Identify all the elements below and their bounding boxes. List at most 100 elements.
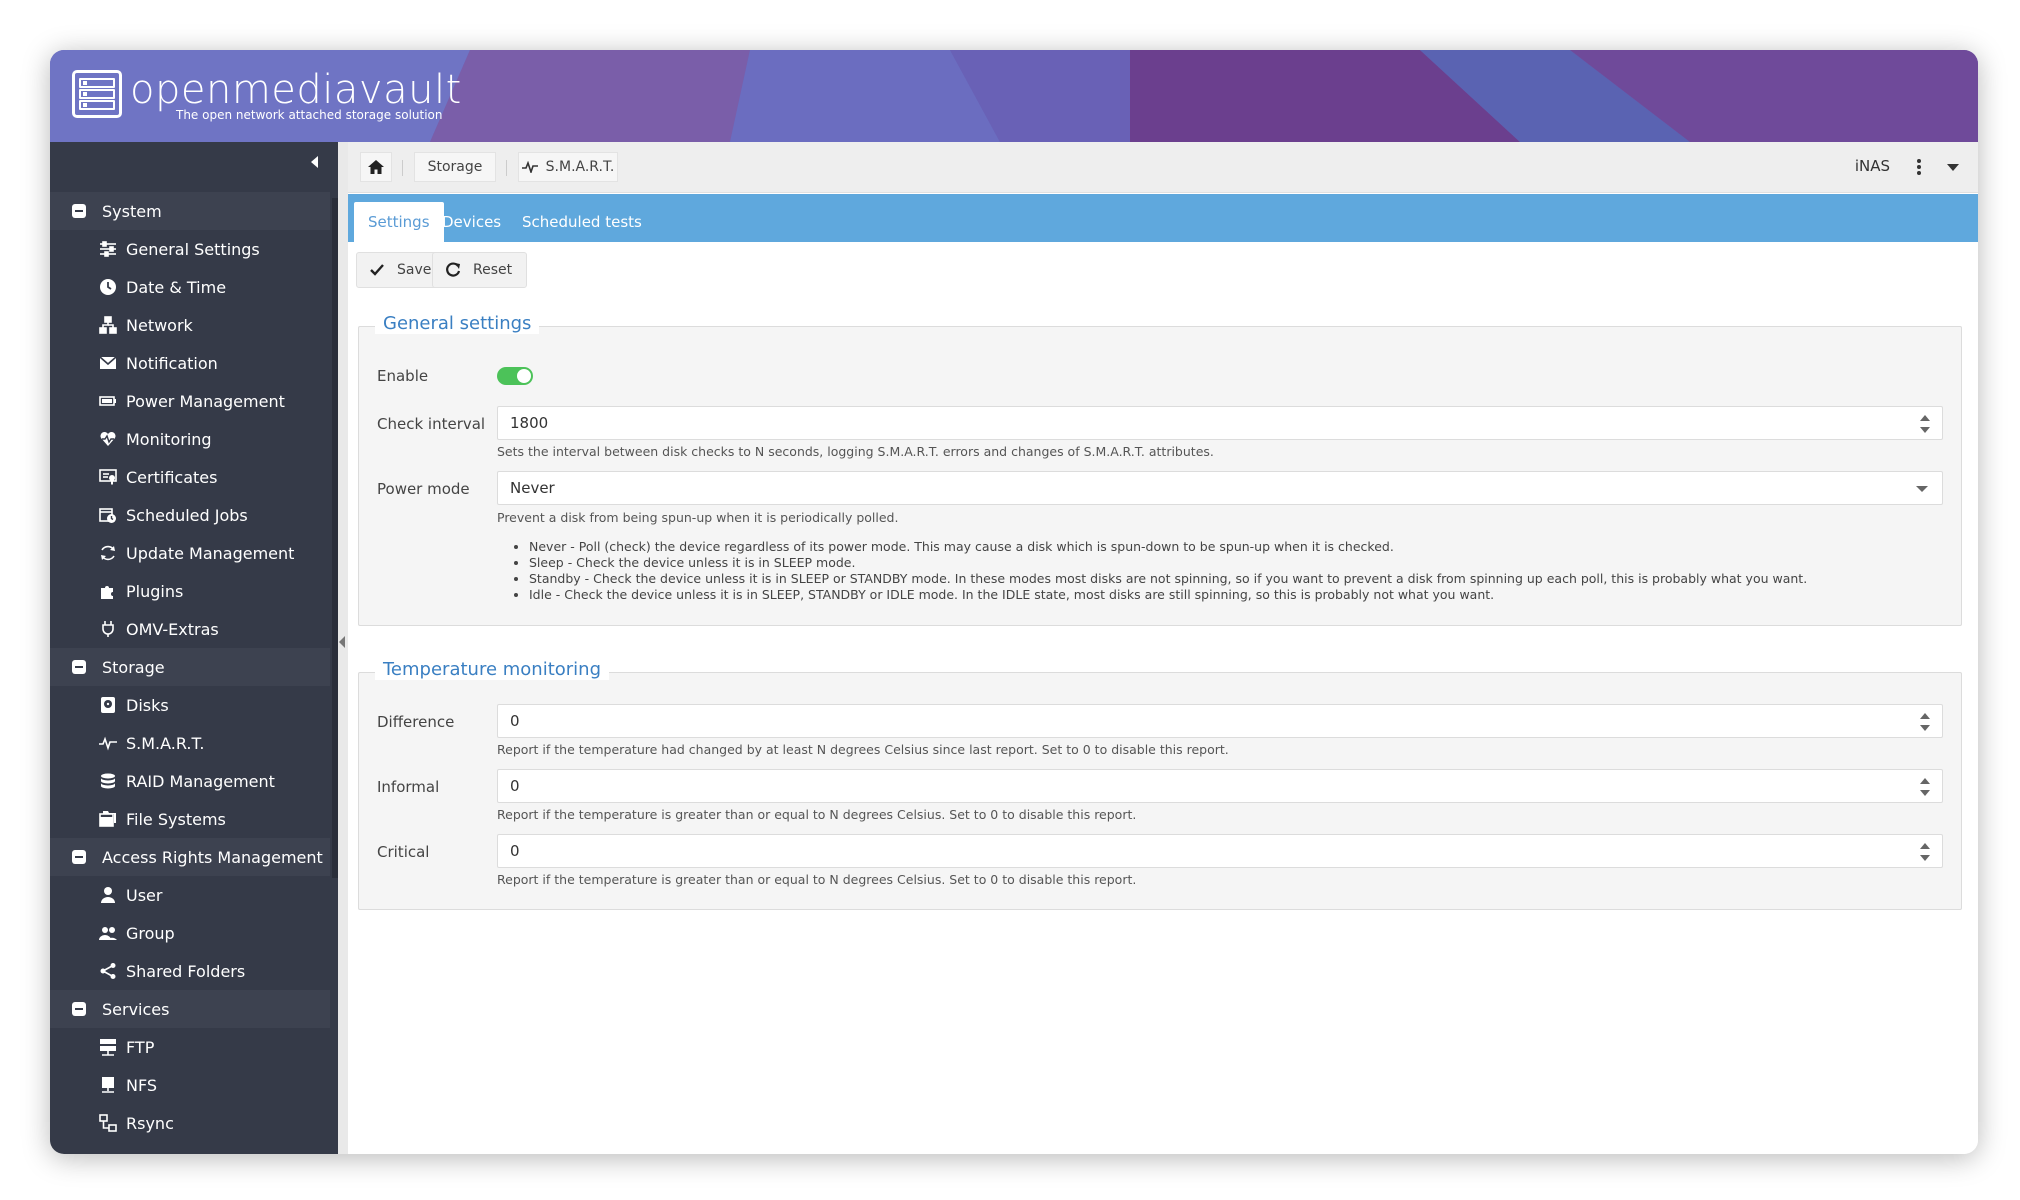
breadcrumb-smart[interactable]: S.M.A.R.T. (518, 152, 618, 182)
stepper-icon[interactable] (1920, 778, 1930, 796)
mode-idle: Idle - Check the device unless it is in … (529, 587, 1807, 603)
sidebar-item-rsync[interactable]: Rsync (50, 1104, 330, 1142)
stepper-icon[interactable] (1920, 713, 1930, 731)
sidebar-item-label: Monitoring (126, 429, 212, 449)
brand-logo[interactable]: openmediavault The open network attached… (72, 70, 462, 122)
reset-button-label: Reset (473, 262, 513, 278)
save-button-label: Save (397, 262, 432, 278)
app-window: openmediavault The open network attached… (50, 50, 1978, 1154)
power-mode-value: Never (510, 479, 555, 497)
informal-input[interactable]: 0 (497, 769, 1943, 803)
collapse-group-icon[interactable] (72, 1002, 86, 1016)
sidebar-group-storage[interactable]: Storage (50, 648, 330, 686)
sidebar-menu: System General Settings Date & Time Network… (50, 192, 330, 1142)
sync-boxes-icon (98, 1113, 118, 1133)
mail-icon (98, 353, 118, 373)
sidebar-group-access-rights-management[interactable]: Access Rights Management (50, 838, 330, 876)
sidebar-item-user[interactable]: User (50, 876, 330, 914)
sidebar-item-label: RAID Management (126, 771, 275, 791)
share-icon (98, 961, 118, 981)
power-mode-hint: Prevent a disk from being spun-up when i… (497, 510, 899, 525)
sidebar-item-omv-extras[interactable]: OMV-Extras (50, 610, 330, 648)
sidebar-item-plugins[interactable]: Plugins (50, 572, 330, 610)
sidebar-item-general-settings[interactable]: General Settings (50, 230, 330, 268)
chevron-down-icon[interactable] (1916, 486, 1928, 492)
sidebar-item-update-management[interactable]: Update Management (50, 534, 330, 572)
check-interval-input[interactable]: 1800 (497, 406, 1943, 440)
informal-hint: Report if the temperature is greater tha… (497, 807, 1137, 822)
disk-icon (98, 695, 118, 715)
home-crumb[interactable] (360, 152, 392, 182)
informal-label: Informal (377, 778, 440, 796)
user-menu-dropdown[interactable] (1938, 152, 1968, 182)
critical-hint: Report if the temperature is greater tha… (497, 872, 1137, 887)
critical-label: Critical (377, 843, 430, 861)
sidebar-group-services[interactable]: Services (50, 990, 330, 1028)
temperature-monitoring-legend: Temperature monitoring (375, 659, 610, 680)
enable-toggle[interactable] (497, 367, 533, 385)
sidebar-item-s-m-a-r-t[interactable]: S.M.A.R.T. (50, 724, 330, 762)
sidebar-item-notification[interactable]: Notification (50, 344, 330, 382)
temperature-monitoring-panel: Temperature monitoring Difference 0 Repo… (358, 659, 1962, 910)
sidebar-item-label: S.M.A.R.T. (126, 733, 205, 753)
sidebar-item-ftp[interactable]: FTP (50, 1028, 330, 1066)
sidebar-group-label: System (102, 201, 162, 221)
home-icon (368, 160, 384, 174)
sidebar-item-shared-folders[interactable]: Shared Folders (50, 952, 330, 990)
sidebar-item-power-management[interactable]: Power Management (50, 382, 330, 420)
breadcrumb-storage[interactable]: Storage (414, 152, 496, 182)
battery-icon (98, 391, 118, 411)
critical-input[interactable]: 0 (497, 834, 1943, 868)
more-menu-button[interactable] (1904, 152, 1934, 182)
sidebar-item-raid-management[interactable]: RAID Management (50, 762, 330, 800)
difference-input[interactable]: 0 (497, 704, 1943, 738)
collapse-sidebar-icon[interactable] (311, 156, 318, 168)
sidebar-item-date-time[interactable]: Date & Time (50, 268, 330, 306)
tab-devices[interactable]: Devices (428, 202, 515, 242)
server-icon (98, 1037, 118, 1057)
general-settings-legend: General settings (375, 313, 540, 334)
plug-icon (98, 619, 118, 639)
check-icon (370, 264, 384, 276)
sidebar-item-label: FTP (126, 1037, 155, 1057)
certificate-icon (98, 467, 118, 487)
sidebar-item-label: Power Management (126, 391, 285, 411)
power-mode-descriptions: Never - Poll (check) the device regardle… (513, 539, 1807, 603)
sidebar-item-nfs[interactable]: NFS (50, 1066, 330, 1104)
sidebar-item-label: Plugins (126, 581, 184, 601)
splitter-arrow-icon[interactable] (339, 636, 345, 648)
check-interval-label: Check interval (377, 415, 486, 433)
sidebar-item-network[interactable]: Network (50, 306, 330, 344)
stepper-icon[interactable] (1920, 843, 1930, 861)
collapse-group-icon[interactable] (72, 204, 86, 218)
sidebar-item-file-systems[interactable]: File Systems (50, 800, 330, 838)
sidebar-item-label: File Systems (126, 809, 226, 829)
group-icon (98, 923, 118, 943)
sidebar-item-certificates[interactable]: Certificates (50, 458, 330, 496)
pulse-icon (98, 733, 118, 753)
nfs-icon (98, 1075, 118, 1095)
collapse-group-icon[interactable] (72, 850, 86, 864)
check-interval-hint: Sets the interval between disk checks to… (497, 444, 1214, 459)
sidebar-group-system[interactable]: System (50, 192, 330, 230)
sidebar-item-disks[interactable]: Disks (50, 686, 330, 724)
mode-never: Never - Poll (check) the device regardle… (529, 539, 1807, 555)
sidebar-item-monitoring[interactable]: Monitoring (50, 420, 330, 458)
tab-scheduled-tests[interactable]: Scheduled tests (508, 202, 656, 242)
reset-button[interactable]: Reset (432, 252, 528, 288)
power-mode-label: Power mode (377, 480, 470, 498)
network-icon (98, 315, 118, 335)
difference-value: 0 (510, 712, 520, 730)
collapse-group-icon[interactable] (72, 660, 86, 674)
stepper-icon[interactable] (1920, 415, 1930, 433)
sidebar-splitter[interactable] (338, 142, 348, 1154)
power-mode-select[interactable]: Never (497, 471, 1943, 505)
calendar-clock-icon (98, 505, 118, 525)
sidebar-group-label: Access Rights Management (102, 847, 323, 867)
sidebar-item-group[interactable]: Group (50, 914, 330, 952)
sidebar-item-scheduled-jobs[interactable]: Scheduled Jobs (50, 496, 330, 534)
pulse-icon (521, 161, 538, 173)
sidebar-item-label: Network (126, 315, 193, 335)
reset-icon (446, 262, 461, 277)
puzzle-icon (98, 581, 118, 601)
